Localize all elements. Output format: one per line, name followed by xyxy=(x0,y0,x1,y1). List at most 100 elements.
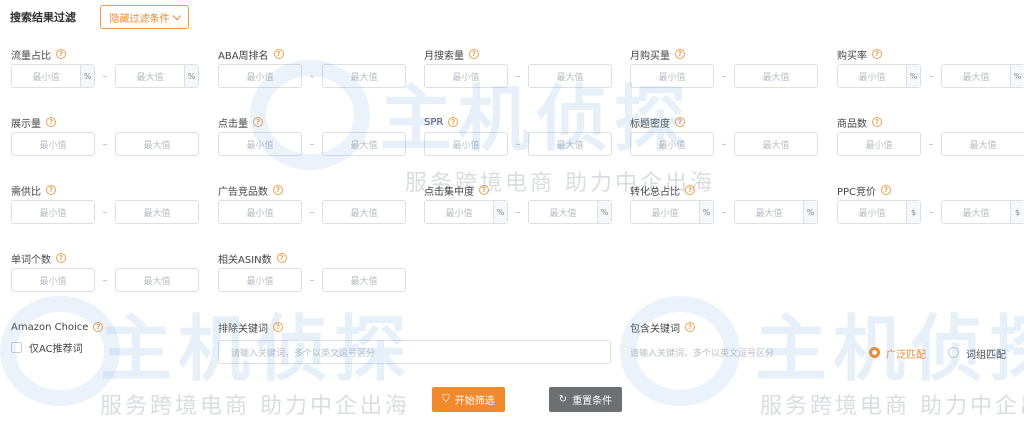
reset-button[interactable]: ↻ 重置条件 xyxy=(549,387,622,412)
filter-label: 月搜索量 xyxy=(424,50,464,62)
include-keywords-input[interactable]: 请输入关键词，多个以英文逗号区分 xyxy=(630,340,855,364)
max-value-input[interactable]: 最大值 xyxy=(322,200,406,224)
max-placeholder: 最大值 xyxy=(556,72,584,83)
help-icon[interactable]: ? xyxy=(469,49,479,59)
help-icon[interactable]: ? xyxy=(93,322,104,332)
help-icon[interactable]: ? xyxy=(872,49,882,59)
ac-only-checkbox[interactable] xyxy=(11,342,22,353)
range-separator: – xyxy=(928,138,934,150)
max-placeholder: 最大值 xyxy=(556,140,584,151)
min-value-input[interactable]: 最小值 xyxy=(837,132,921,156)
min-placeholder: 最小值 xyxy=(246,72,274,83)
exclude-keywords-label: 排除关键词 xyxy=(218,323,268,335)
help-icon[interactable]: ? xyxy=(56,49,66,59)
filter-label: 标题密度 xyxy=(630,118,670,130)
min-value-input[interactable]: 最小值 xyxy=(218,132,302,156)
help-icon[interactable]: ? xyxy=(276,253,287,263)
min-value-input[interactable]: 最小值% xyxy=(630,200,714,224)
ac-only-label[interactable]: 仅AC推荐词 xyxy=(29,340,83,355)
min-value-input[interactable]: 最小值 xyxy=(218,64,302,88)
filter-label: 流量占比 xyxy=(11,50,51,62)
range-filter: SPR? 最小值 – 最大值 xyxy=(424,115,624,156)
max-value-input[interactable]: 最大值% xyxy=(528,200,612,224)
range-separator: – xyxy=(309,70,315,82)
min-placeholder: 最小值 xyxy=(452,140,480,151)
help-icon[interactable]: ? xyxy=(685,185,695,195)
filter-label: 月购买量 xyxy=(630,50,670,62)
min-value-input[interactable]: 最小值 xyxy=(424,132,508,156)
filter-label: 需供比 xyxy=(11,186,41,198)
max-value-input[interactable]: 最大值 $ xyxy=(941,200,1024,224)
max-value-input[interactable]: 最大值% xyxy=(734,200,818,224)
max-placeholder: 最大值 xyxy=(143,276,171,287)
min-placeholder: 最小值 xyxy=(658,140,686,151)
range-separator: – xyxy=(309,274,315,286)
min-value-input[interactable]: 最小值 xyxy=(11,200,95,224)
max-value-input[interactable]: 最大值 xyxy=(528,64,612,88)
max-value-input[interactable]: 最大值 xyxy=(115,268,199,292)
phrase-match-label[interactable]: 词组匹配 xyxy=(966,346,1006,361)
min-value-input[interactable]: 最小值% xyxy=(424,200,508,224)
min-value-input[interactable]: 最小值 xyxy=(11,132,95,156)
min-value-input[interactable]: 最小值 xyxy=(218,268,302,292)
help-icon[interactable]: ? xyxy=(273,185,283,195)
min-value-input[interactable]: 最小值 xyxy=(11,268,95,292)
range-separator: – xyxy=(102,70,108,82)
min-placeholder: 最小值 xyxy=(452,72,480,83)
min-value-input[interactable]: 最小值% xyxy=(837,64,921,88)
range-filter: 标题密度? 最小值 – 最大值 xyxy=(630,115,830,156)
help-icon[interactable]: ? xyxy=(872,117,882,127)
help-icon[interactable]: ? xyxy=(685,322,695,332)
range-separator: – xyxy=(309,138,315,150)
broad-match-label[interactable]: 广泛匹配 xyxy=(886,346,926,361)
help-icon[interactable]: ? xyxy=(675,117,685,127)
start-filter-button[interactable]: ⛉ 开始筛选 xyxy=(432,387,505,412)
min-value-input[interactable]: 最小值 xyxy=(630,132,714,156)
min-value-input[interactable]: 最小值% xyxy=(11,64,95,88)
help-icon[interactable]: ? xyxy=(448,117,459,127)
range-filter: 月搜索量? 最小值 – 最大值 xyxy=(424,47,624,88)
help-icon[interactable]: ? xyxy=(46,185,56,195)
exclude-keywords-input[interactable]: 请输入关键词，多个以英文逗号区分 xyxy=(218,340,611,364)
max-value-input[interactable]: 最大值 xyxy=(115,200,199,224)
min-value-input[interactable]: 最小值 xyxy=(630,64,714,88)
hide-filters-button[interactable]: 隐藏过滤条件 xyxy=(100,5,189,29)
help-icon[interactable]: ? xyxy=(881,185,892,195)
range-filter: 需供比? 最小值 – 最大值 xyxy=(11,183,211,224)
max-value-input[interactable]: 最大值 xyxy=(322,64,406,88)
help-icon[interactable]: ? xyxy=(273,49,284,59)
help-icon[interactable]: ? xyxy=(56,253,66,263)
help-icon[interactable]: ? xyxy=(46,117,56,127)
max-value-input[interactable]: 最大值 xyxy=(322,268,406,292)
exclude-keywords-field: 排除关键词 ? xyxy=(218,320,418,335)
min-value-input[interactable]: 最小值 xyxy=(424,64,508,88)
max-placeholder: 最大值 xyxy=(350,140,378,151)
max-placeholder: 最大值 xyxy=(962,208,990,219)
max-value-input[interactable]: 最大值 xyxy=(528,132,612,156)
max-value-input[interactable]: 最大值 xyxy=(734,64,818,88)
max-value-input[interactable]: 最大值% xyxy=(115,64,199,88)
max-value-input[interactable]: 最大值 xyxy=(941,132,1024,156)
max-placeholder: 最大值 xyxy=(762,72,790,83)
max-value-input[interactable]: 最大值% xyxy=(941,64,1024,88)
filter-label: 单词个数 xyxy=(11,254,51,266)
help-icon[interactable]: ? xyxy=(273,322,283,332)
min-value-input[interactable]: 最小值 $ xyxy=(837,200,921,224)
watermark-slogan: 服务跨境电商 助力中企出海 xyxy=(100,394,410,419)
broad-match-radio[interactable] xyxy=(869,347,880,358)
max-value-input[interactable]: 最大值 xyxy=(115,132,199,156)
help-icon[interactable]: ? xyxy=(479,185,489,195)
max-value-input[interactable]: 最大值 xyxy=(734,132,818,156)
max-value-input[interactable]: 最大值 xyxy=(322,132,406,156)
unit-suffix: % xyxy=(699,201,713,223)
help-icon[interactable]: ? xyxy=(675,49,685,59)
help-icon[interactable]: ? xyxy=(253,117,263,127)
range-separator: – xyxy=(515,138,521,150)
min-value-input[interactable]: 最小值 xyxy=(218,200,302,224)
include-keywords-placeholder: 请输入关键词，多个以英文逗号区分 xyxy=(630,348,775,359)
unit-suffix: % xyxy=(597,201,611,223)
unit-suffix: % xyxy=(906,65,920,87)
min-placeholder: 最小值 xyxy=(858,72,886,83)
phrase-match-radio[interactable] xyxy=(948,347,959,358)
range-filter: 点击量? 最小值 – 最大值 xyxy=(218,115,418,156)
